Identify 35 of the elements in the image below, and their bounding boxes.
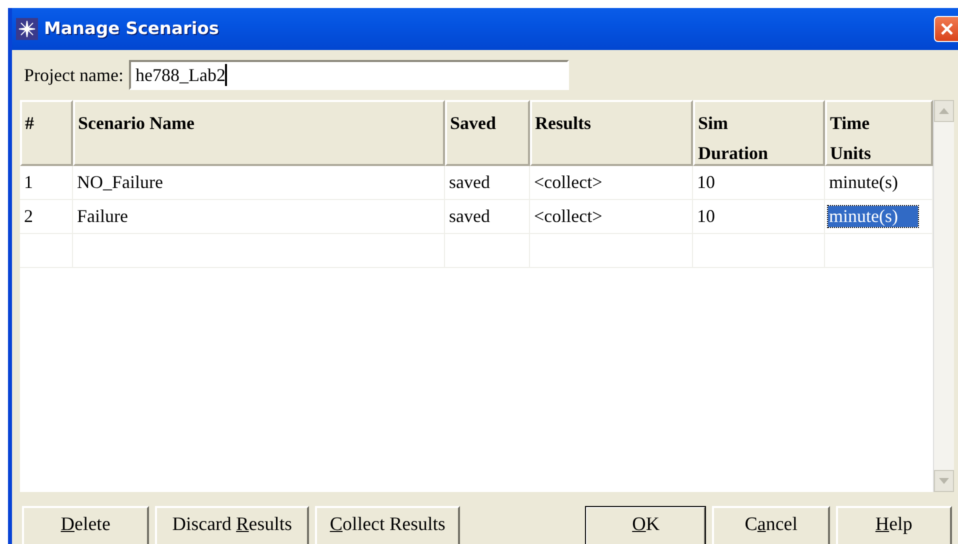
- close-icon: [938, 21, 954, 37]
- table-cell[interactable]: <collect>: [533, 172, 604, 193]
- table-cell[interactable]: saved: [448, 206, 491, 227]
- table-cell[interactable]: minute(s): [828, 172, 899, 193]
- field-label: Project name:: [24, 64, 124, 86]
- dialog-button[interactable]: Discard Results: [155, 506, 310, 544]
- table-cell[interactable]: 10: [696, 172, 716, 193]
- column-header[interactable]: Sim Duration: [693, 100, 825, 166]
- table-cell[interactable]: NO_Failure: [76, 172, 164, 193]
- table-cell[interactable]: 10: [696, 206, 716, 227]
- dialog-button[interactable]: Help: [836, 506, 952, 544]
- scrollbar[interactable]: [933, 100, 954, 492]
- input-field[interactable]: he788_Lab2: [129, 60, 570, 90]
- table-cell[interactable]: <collect>: [533, 206, 604, 227]
- scroll-down-button[interactable]: [934, 470, 954, 492]
- column-header[interactable]: #: [20, 100, 73, 166]
- column-header[interactable]: Scenario Name: [73, 100, 445, 166]
- dialog-button[interactable]: Cancel: [712, 506, 830, 544]
- dialog-button[interactable]: Collect Results: [315, 506, 460, 544]
- empty-cell[interactable]: [20, 234, 73, 268]
- table-cell[interactable]: minute(s): [828, 206, 918, 227]
- star-icon: [16, 18, 38, 40]
- down-arrow-icon: [939, 478, 949, 484]
- table-cell[interactable]: 2: [23, 206, 34, 227]
- close-button[interactable]: [934, 16, 958, 42]
- dialog-button[interactable]: Delete: [22, 506, 150, 544]
- up-arrow-icon: [939, 108, 949, 114]
- scroll-up-button[interactable]: [934, 100, 954, 122]
- table-cell[interactable]: Failure: [76, 206, 129, 227]
- column-header[interactable]: Results: [530, 100, 693, 166]
- table-cell[interactable]: 1: [23, 172, 34, 193]
- column-header[interactable]: Saved: [445, 100, 530, 166]
- window-title: Manage Scenarios: [44, 19, 220, 39]
- table-cell[interactable]: saved: [448, 172, 491, 193]
- dialog-button[interactable]: OK: [585, 506, 706, 544]
